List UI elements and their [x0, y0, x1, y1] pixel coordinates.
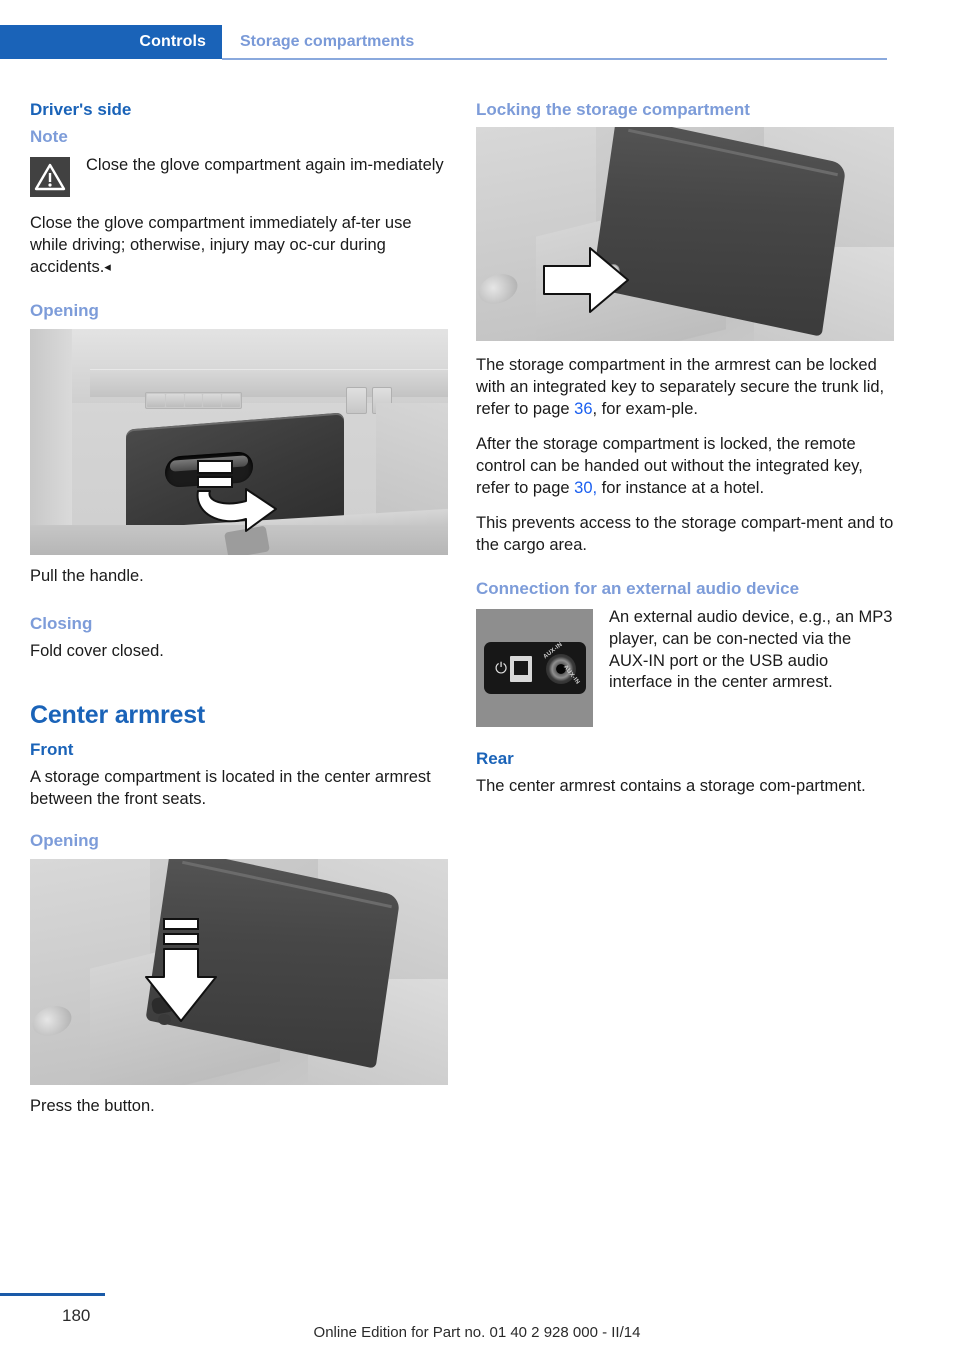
left-column: Driver's side Note Close the glove compa… [30, 100, 448, 1131]
usb-icon: ⏻ [495, 659, 507, 677]
curved-arrow-icon [180, 457, 310, 542]
figure-glove-compartment [30, 328, 448, 555]
locking-paragraph-2: After the storage compartment is locked,… [476, 434, 894, 500]
front-body: A storage compartment is located in the … [30, 768, 431, 809]
heading-opening-glovebox: Opening [30, 300, 99, 320]
locking-p1-after: , for exam‐ple. [592, 400, 698, 419]
rear-body: The center armrest contains a storage co… [476, 777, 866, 796]
header-divider [222, 58, 887, 60]
note-bold-text: Close the glove compartment again im‐med… [86, 156, 444, 175]
heading-center-armrest: Center armrest [30, 701, 206, 730]
heading-front: Front [30, 740, 74, 760]
footer-edition-text: Online Edition for Part no. 01 40 2 928 … [313, 1324, 641, 1341]
caption-pull-handle: Pull the handle. [30, 566, 144, 585]
audio-figure-row: ⏻ AUX-IN AUX-IN An external audio device… [476, 607, 894, 727]
right-column: Locking the storage compartment The stor… [476, 100, 894, 811]
usb-port [510, 655, 532, 682]
audio-body-text: An external audio device, e.g., an MP3 p… [609, 607, 893, 692]
page-number: 180 [62, 1306, 91, 1325]
dashboard-button-strip [145, 391, 242, 409]
page-link-30[interactable]: 30, [574, 479, 597, 497]
closing-body: Fold cover closed. [30, 642, 164, 661]
figure-armrest-button [30, 859, 448, 1086]
note-body-paragraph: Close the glove compartment immediately … [30, 213, 448, 279]
heading-rear: Rear [476, 748, 514, 768]
heading-locking-storage-compartment: Locking the storage compartment [476, 100, 750, 119]
down-arrow-icon [136, 917, 226, 1052]
warning-triangle-icon [30, 157, 70, 198]
caption-press-button: Press the button. [30, 1097, 155, 1116]
footer-divider [0, 1293, 105, 1296]
heading-closing: Closing [30, 613, 93, 633]
locking-paragraph-3: This prevents access to the storage comp… [476, 514, 894, 554]
figure-usb-aux-ports: ⏻ AUX-IN AUX-IN [476, 608, 593, 727]
note-body-text: Close the glove compartment immediately … [30, 214, 412, 276]
heading-external-audio-connection: Connection for an external audio device [476, 578, 800, 598]
note-block: Close the glove compartment again im‐med… [30, 155, 448, 201]
locking-paragraph-1: The storage compartment in the armrest c… [476, 355, 894, 421]
figure-armrest-lock [476, 127, 894, 342]
header-tab-controls[interactable]: Controls [0, 25, 222, 59]
right-arrow-icon [542, 244, 634, 321]
page-header: Controls Storage compartments [0, 25, 954, 59]
locking-p2-after: for instance at a hotel. [597, 479, 765, 498]
heading-note: Note [30, 127, 68, 147]
note-end-mark: ◂ [104, 259, 111, 274]
page-link-36[interactable]: 36 [574, 400, 592, 418]
heading-drivers-side: Driver's side [30, 100, 132, 119]
header-section-title: Storage compartments [240, 33, 415, 50]
heading-opening-armrest: Opening [30, 831, 99, 851]
